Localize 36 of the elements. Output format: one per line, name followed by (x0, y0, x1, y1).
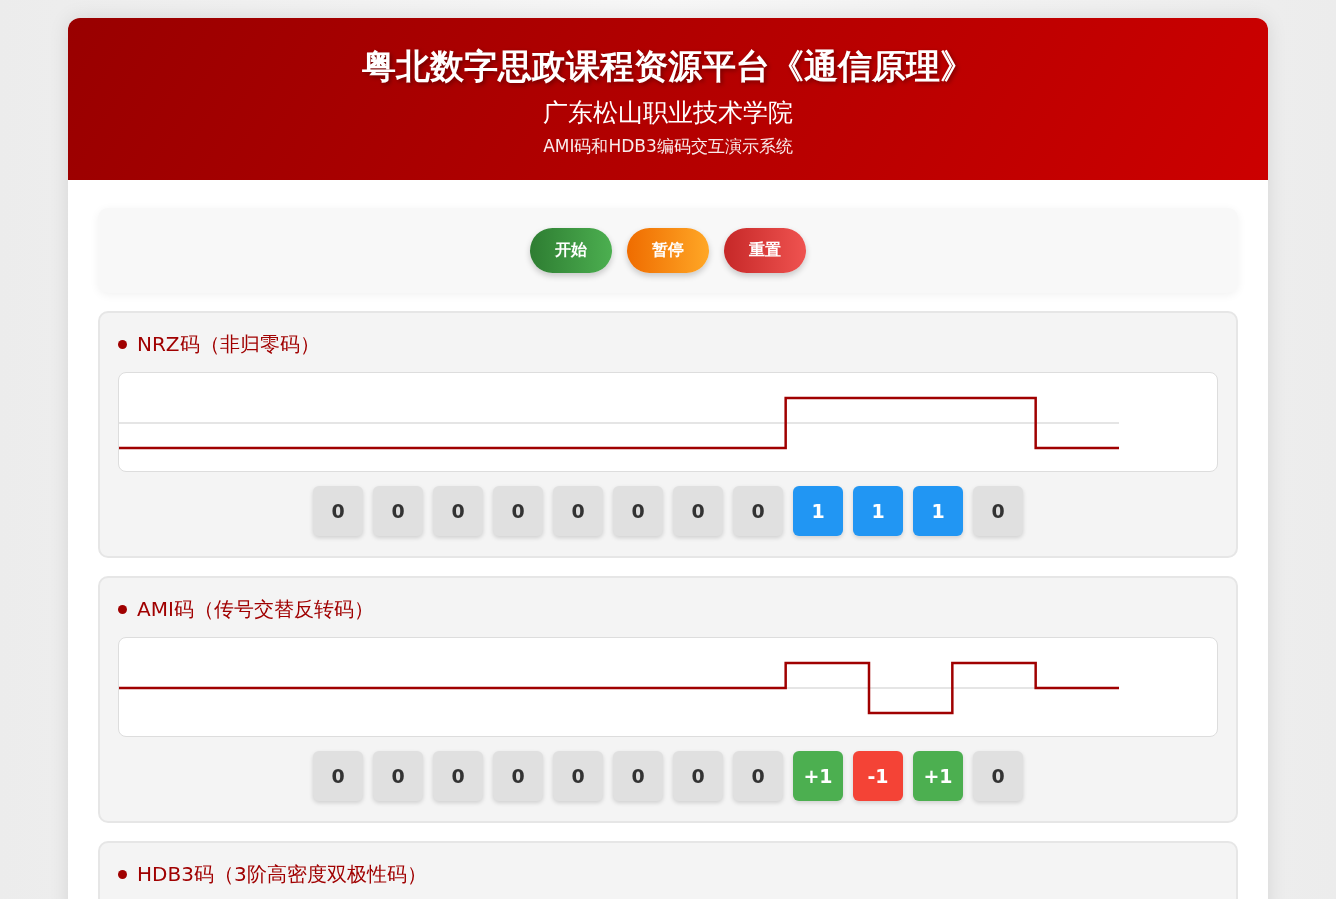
page-title: 粤北数字思政课程资源平台《通信原理》 (362, 45, 974, 88)
bullet-icon (118, 870, 127, 879)
panel-title: HDB3码（3阶高密度双极性码） (137, 861, 427, 888)
bit-chip: +1 (913, 751, 963, 801)
bit-chip: 0 (493, 751, 543, 801)
pause-button[interactable]: 暂停 (627, 228, 709, 273)
bit-chip: 0 (613, 751, 663, 801)
bit-chip: -1 (853, 751, 903, 801)
bit-chip: 0 (553, 486, 603, 536)
bit-chip: 0 (673, 486, 723, 536)
bit-chip: 0 (733, 486, 783, 536)
caption: AMI码和HDB3编码交互演示系统 (543, 135, 793, 158)
subtitle: 广东松山职业技术学院 (543, 97, 793, 129)
bit-chip: 0 (313, 486, 363, 536)
bullet-icon (118, 340, 127, 349)
bit-chip: 0 (373, 751, 423, 801)
bit-chip: 0 (973, 486, 1023, 536)
bit-chip: 1 (853, 486, 903, 536)
panel-title: AMI码（传号交替反转码） (137, 596, 374, 623)
bit-chip: 1 (913, 486, 963, 536)
bit-chip: 0 (433, 486, 483, 536)
bit-chip: 0 (613, 486, 663, 536)
bit-chip: 0 (433, 751, 483, 801)
bit-chip: 1 (793, 486, 843, 536)
reset-button[interactable]: 重置 (724, 228, 806, 273)
bullet-icon (118, 605, 127, 614)
bit-chip: 0 (673, 751, 723, 801)
bit-chip: 0 (313, 751, 363, 801)
bit-chip: 0 (733, 751, 783, 801)
bit-chip: +1 (793, 751, 843, 801)
bit-chip: 0 (973, 751, 1023, 801)
bit-chip: 0 (493, 486, 543, 536)
bit-chip: 0 (553, 751, 603, 801)
bit-chip: 0 (373, 486, 423, 536)
panel-title: NRZ码（非归零码） (137, 331, 320, 358)
start-button[interactable]: 开始 (530, 228, 612, 273)
